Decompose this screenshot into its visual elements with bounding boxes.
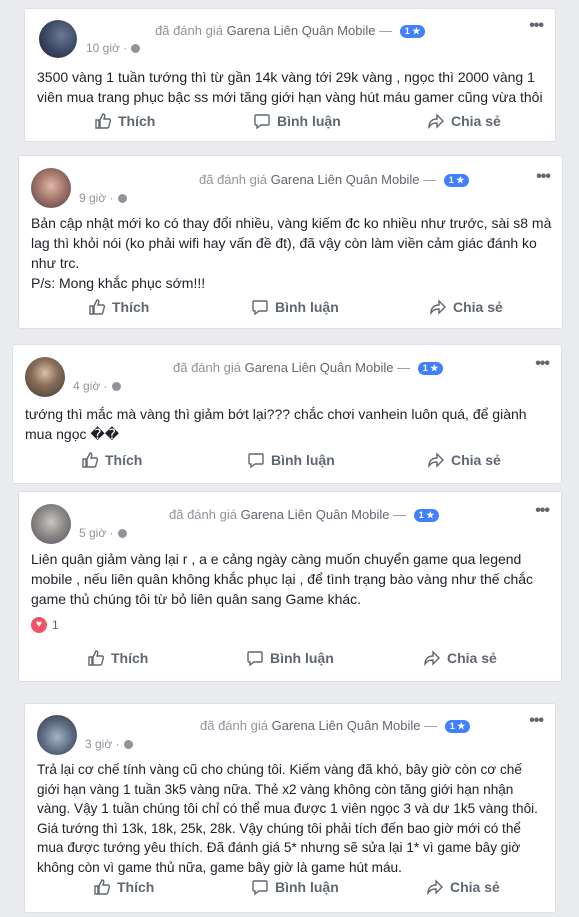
review-post: đã đánh giá Garena Liên Quân Mobile — 1 … bbox=[18, 491, 562, 682]
action-bar: Thích Bình luận Chia sẻ bbox=[25, 112, 555, 138]
rating-badge: 1 ★ bbox=[443, 174, 470, 187]
review-post: đã đánh giá Garena Liên Quân Mobile — 1 … bbox=[24, 703, 556, 913]
comment-icon bbox=[247, 651, 263, 667]
share-button[interactable]: Chia sẻ bbox=[426, 878, 500, 896]
share-button[interactable]: Chia sẻ bbox=[429, 298, 503, 316]
like-button[interactable]: Thích bbox=[87, 649, 148, 667]
review-post: đã đánh giá Garena Liên Quân Mobile — 1 … bbox=[18, 155, 563, 329]
like-button[interactable]: Thích bbox=[81, 451, 142, 469]
globe-icon bbox=[131, 44, 141, 53]
post-text: tướng thì mắc mà vàng thì giảm bớt lại??… bbox=[25, 406, 527, 442]
like-button[interactable]: Thích bbox=[94, 112, 155, 130]
post-time[interactable]: 9 giờ · bbox=[79, 191, 127, 205]
rating-badge: 1 ★ bbox=[413, 509, 440, 522]
comment-icon bbox=[254, 114, 270, 130]
thumbs-up-icon bbox=[82, 452, 99, 468]
comment-button[interactable]: Bình luận bbox=[253, 112, 341, 130]
page-link[interactable]: Garena Liên Quân Mobile bbox=[245, 360, 394, 375]
thumbs-up-icon bbox=[89, 299, 106, 315]
post-time[interactable]: 4 giờ · bbox=[73, 379, 121, 393]
globe-icon bbox=[117, 194, 127, 203]
avatar[interactable] bbox=[25, 357, 65, 397]
share-button[interactable]: Chia sẻ bbox=[427, 112, 501, 130]
comment-icon bbox=[252, 880, 268, 896]
avatar[interactable] bbox=[31, 168, 71, 208]
post-text: Bản cập nhật mới ko có thay đổi nhiều, v… bbox=[31, 215, 552, 291]
more-options-icon[interactable]: ••• bbox=[535, 503, 550, 519]
post-text: 3500 vàng 1 tuần tướng thì từ gần 14k và… bbox=[37, 69, 543, 105]
action-bar: Thích Bình luận Chia sẻ bbox=[19, 298, 562, 324]
rating-badge: 1 ★ bbox=[417, 362, 444, 375]
comment-button[interactable]: Bình luận bbox=[247, 451, 335, 469]
review-post: đã đánh giá Garena Liên Quân Mobile — 1 … bbox=[12, 344, 562, 484]
love-reaction-icon: ♥ bbox=[31, 617, 47, 633]
page-link[interactable]: Garena Liên Quân Mobile bbox=[241, 507, 390, 522]
thumbs-up-icon bbox=[95, 113, 112, 129]
post-time[interactable]: 3 giờ · bbox=[85, 737, 133, 751]
review-post: đã đánh giá Garena Liên Quân Mobile — 1 … bbox=[24, 8, 556, 142]
comment-button[interactable]: Bình luận bbox=[251, 878, 339, 896]
rating-badge: 1 ★ bbox=[399, 25, 426, 38]
post-time[interactable]: 5 giờ · bbox=[79, 526, 127, 540]
share-button[interactable]: Chia sẻ bbox=[423, 649, 497, 667]
post-text: Liên quân giảm vàng lại r , a e cảng ngà… bbox=[31, 551, 534, 607]
avatar[interactable] bbox=[37, 715, 77, 755]
comment-icon bbox=[248, 453, 264, 469]
review-header: đã đánh giá Garena Liên Quân Mobile — 1 … bbox=[199, 172, 470, 187]
page-link[interactable]: Garena Liên Quân Mobile bbox=[272, 718, 421, 733]
action-bar: Thích Bình luận Chia sẻ bbox=[13, 451, 561, 477]
review-header: đã đánh giá Garena Liên Quân Mobile — 1 … bbox=[169, 507, 440, 522]
action-bar: Thích Bình luận Chia sẻ bbox=[25, 878, 555, 904]
more-options-icon[interactable]: ••• bbox=[529, 18, 544, 34]
share-icon bbox=[430, 299, 446, 316]
action-bar: Thích Bình luận Chia sẻ bbox=[19, 649, 561, 675]
thumbs-up-icon bbox=[88, 650, 105, 666]
comment-icon bbox=[252, 300, 268, 316]
review-header: đã đánh giá Garena Liên Quân Mobile — 1 … bbox=[173, 360, 444, 375]
review-header: đã đánh giá Garena Liên Quân Mobile — 1 … bbox=[155, 23, 426, 38]
comment-button[interactable]: Bình luận bbox=[251, 298, 339, 316]
more-options-icon[interactable]: ••• bbox=[536, 169, 551, 185]
more-options-icon[interactable]: ••• bbox=[535, 356, 550, 372]
share-icon bbox=[428, 452, 444, 469]
thumbs-up-icon bbox=[94, 879, 111, 895]
page-link[interactable]: Garena Liên Quân Mobile bbox=[271, 172, 420, 187]
page-link[interactable]: Garena Liên Quân Mobile bbox=[227, 23, 376, 38]
reaction-count: 1 bbox=[52, 618, 59, 632]
share-button[interactable]: Chia sẻ bbox=[427, 451, 501, 469]
post-time[interactable]: 10 giờ · bbox=[86, 41, 141, 55]
globe-icon bbox=[123, 740, 133, 749]
post-text: Trả lại cơ chế tính vàng cũ cho chúng tô… bbox=[37, 762, 538, 875]
share-icon bbox=[428, 113, 444, 130]
reaction-summary[interactable]: ♥ 1 bbox=[31, 617, 59, 633]
share-icon bbox=[427, 879, 443, 896]
globe-icon bbox=[111, 382, 121, 391]
avatar[interactable] bbox=[31, 504, 71, 544]
globe-icon bbox=[117, 529, 127, 538]
review-header: đã đánh giá Garena Liên Quân Mobile — 1 … bbox=[200, 718, 471, 733]
more-options-icon[interactable]: ••• bbox=[529, 713, 544, 729]
like-button[interactable]: Thích bbox=[93, 878, 154, 896]
rating-badge: 1 ★ bbox=[444, 720, 471, 733]
comment-button[interactable]: Bình luận bbox=[246, 649, 334, 667]
avatar[interactable] bbox=[39, 20, 77, 58]
like-button[interactable]: Thích bbox=[88, 298, 149, 316]
share-icon bbox=[424, 650, 440, 667]
